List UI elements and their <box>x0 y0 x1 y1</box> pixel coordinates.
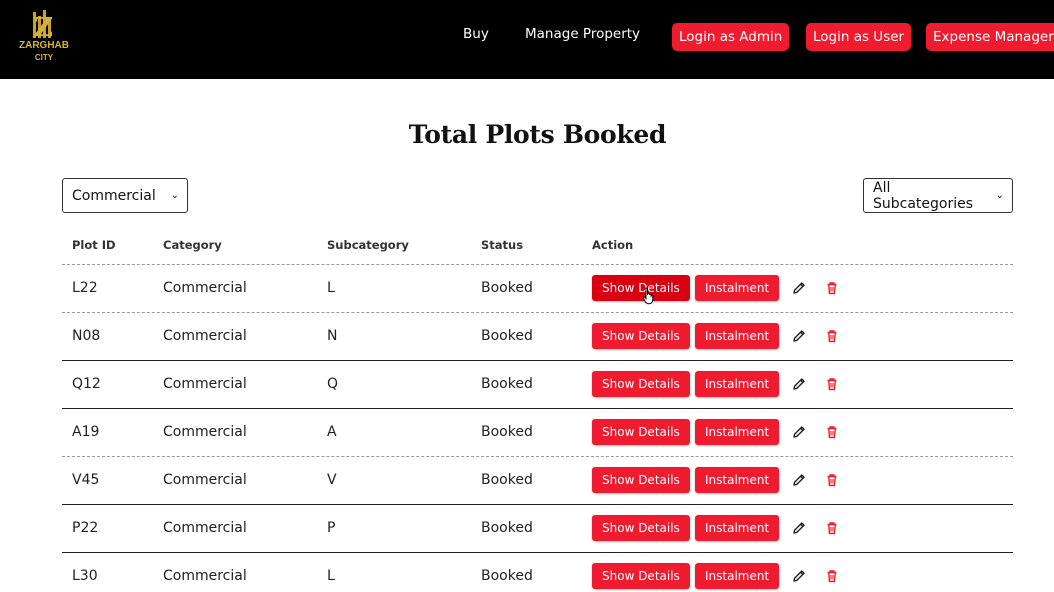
pencil-icon[interactable] <box>791 424 807 440</box>
table-row: N08 Commercial N Booked Show Details Ins… <box>62 313 1013 361</box>
cell-plot-id: P22 <box>72 520 99 536</box>
trash-icon[interactable] <box>824 280 840 296</box>
cell-status: Booked <box>481 472 533 488</box>
cell-status: Booked <box>481 280 533 296</box>
logo-brand-sub: CITY <box>35 53 54 62</box>
table-row: A19 Commercial A Booked Show Details Ins… <box>62 409 1013 457</box>
cell-category: Commercial <box>163 424 247 440</box>
chevron-down-icon: ⌄ <box>170 190 179 201</box>
pencil-icon[interactable] <box>791 472 807 488</box>
table-row: Q12 Commercial Q Booked Show Details Ins… <box>62 361 1013 409</box>
show-details-button[interactable]: Show Details <box>592 371 690 397</box>
show-details-button[interactable]: Show Details <box>592 323 690 349</box>
header-subcategory: Subcategory <box>327 238 409 252</box>
cell-plot-id: L22 <box>72 280 98 296</box>
trash-icon[interactable] <box>824 520 840 536</box>
header-category: Category <box>163 238 222 252</box>
cell-subcategory: Q <box>327 376 339 392</box>
instalment-button[interactable]: Instalment <box>695 275 780 301</box>
logo-brand-name: ZARGHAB <box>19 40 69 51</box>
login-admin-button[interactable]: Login as Admin <box>672 23 790 51</box>
cell-status: Booked <box>481 328 533 344</box>
cell-plot-id: Q12 <box>72 376 101 392</box>
cell-subcategory: N <box>327 328 338 344</box>
cell-category: Commercial <box>163 376 247 392</box>
cell-plot-id: N08 <box>72 328 101 344</box>
header-status: Status <box>481 238 524 252</box>
table-row: V45 Commercial V Booked Show Details Ins… <box>62 457 1013 505</box>
show-details-button[interactable]: Show Details <box>592 563 690 589</box>
instalment-button[interactable]: Instalment <box>695 323 780 349</box>
cell-plot-id: L30 <box>72 568 98 584</box>
instalment-button[interactable]: Instalment <box>695 467 780 493</box>
cell-plot-id: A19 <box>72 424 100 440</box>
logo-letter: Z <box>34 13 53 43</box>
cell-subcategory: A <box>327 424 337 440</box>
pencil-icon[interactable] <box>791 520 807 536</box>
show-details-button[interactable]: Show Details <box>592 419 690 445</box>
cell-category: Commercial <box>163 328 247 344</box>
table-row: P22 Commercial P Booked Show Details Ins… <box>62 505 1013 553</box>
cell-status: Booked <box>481 520 533 536</box>
cell-subcategory: V <box>327 472 337 488</box>
pencil-icon[interactable] <box>791 568 807 584</box>
subcategory-select[interactable]: All Subcategories ⌄ <box>863 178 1013 213</box>
cell-category: Commercial <box>163 568 247 584</box>
subcategory-select-value: All Subcategories <box>873 179 974 212</box>
instalment-button[interactable]: Instalment <box>695 371 780 397</box>
zarghab-city-logo[interactable]: Z ZARGHAB CITY <box>14 8 74 64</box>
table-row: L30 Commercial L Booked Show Details Ins… <box>62 553 1013 592</box>
nav-link-buy[interactable]: Buy <box>463 26 489 42</box>
cell-status: Booked <box>481 424 533 440</box>
nav-link-manage-property[interactable]: Manage Property <box>525 26 640 42</box>
pencil-icon[interactable] <box>791 376 807 392</box>
cell-category: Commercial <box>163 520 247 536</box>
cell-status: Booked <box>481 376 533 392</box>
login-user-button[interactable]: Login as User <box>806 23 912 51</box>
chevron-down-icon: ⌄ <box>995 190 1004 201</box>
header-plot-id: Plot ID <box>72 238 116 252</box>
trash-icon[interactable] <box>824 568 840 584</box>
navbar: Z ZARGHAB CITY Buy Manage Property Login… <box>0 0 1054 79</box>
trash-icon[interactable] <box>824 424 840 440</box>
expense-manager-button[interactable]: Expense Manager <box>926 23 1054 51</box>
hand-cursor-icon <box>642 287 654 305</box>
cell-category: Commercial <box>163 280 247 296</box>
cell-subcategory: L <box>327 280 335 296</box>
trash-icon[interactable] <box>824 328 840 344</box>
show-details-button[interactable]: Show Details <box>592 275 690 301</box>
category-select-value: Commercial <box>72 187 156 204</box>
instalment-button[interactable]: Instalment <box>695 563 780 589</box>
cell-status: Booked <box>481 568 533 584</box>
pencil-icon[interactable] <box>791 280 807 296</box>
cell-category: Commercial <box>163 472 247 488</box>
trash-icon[interactable] <box>824 472 840 488</box>
cell-subcategory: P <box>327 520 336 536</box>
pencil-icon[interactable] <box>791 328 807 344</box>
cell-subcategory: L <box>327 568 335 584</box>
page-title: Total Plots Booked <box>408 120 667 149</box>
header-action: Action <box>592 238 634 252</box>
show-details-button[interactable]: Show Details <box>592 467 690 493</box>
show-details-button[interactable]: Show Details <box>592 515 690 541</box>
category-select[interactable]: Commercial ⌄ <box>62 178 188 213</box>
cell-plot-id: V45 <box>72 472 100 488</box>
table-row: L22 Commercial L Booked Show Details Ins… <box>62 265 1013 313</box>
instalment-button[interactable]: Instalment <box>695 515 780 541</box>
trash-icon[interactable] <box>824 376 840 392</box>
instalment-button[interactable]: Instalment <box>695 419 780 445</box>
